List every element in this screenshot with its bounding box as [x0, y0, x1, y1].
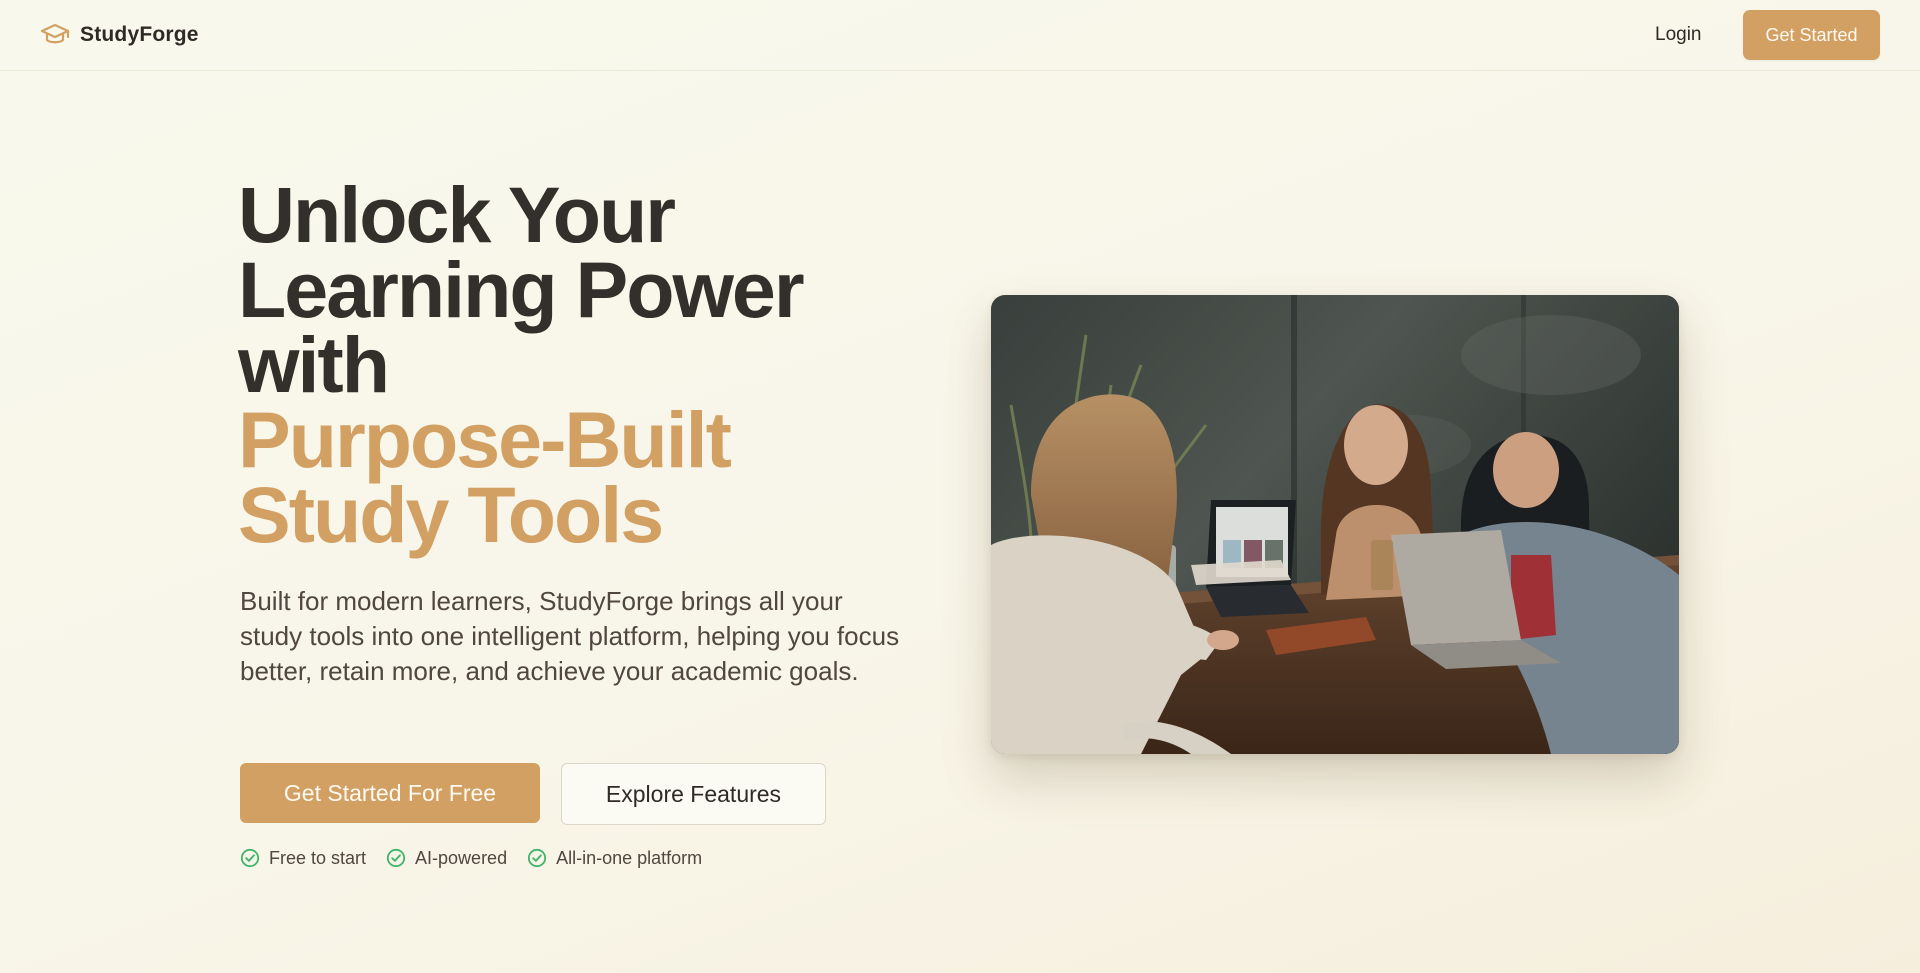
check-circle-icon — [240, 848, 260, 868]
hero-title-line: with — [238, 320, 390, 409]
feature-item: All-in-one platform — [527, 848, 702, 869]
hero-title: Unlock Your Learning Power with Purpose-… — [238, 170, 938, 559]
brand-name: StudyForge — [80, 23, 199, 46]
feature-item: AI-powered — [386, 848, 507, 869]
feature-label: All-in-one platform — [556, 847, 703, 868]
feature-label: Free to start — [269, 847, 367, 868]
get-started-for-free-button[interactable]: Get Started For Free — [240, 763, 540, 823]
feature-item: Free to start — [240, 848, 366, 869]
hero-title-line: Learning Power — [238, 245, 805, 334]
brand-logo[interactable]: StudyForge — [40, 20, 199, 50]
explore-features-button[interactable]: Explore Features — [561, 763, 826, 825]
hero-title-accent-line: Study Tools — [238, 470, 664, 559]
hero-title-accent-line: Purpose-Built — [238, 395, 732, 484]
get-started-button[interactable]: Get Started — [1743, 10, 1880, 60]
students-studying-photo — [991, 295, 1679, 754]
hero-title-line: Unlock Your — [238, 170, 676, 259]
check-circle-icon — [386, 848, 406, 868]
site-header: StudyForge Login Get Started — [0, 0, 1920, 71]
check-circle-icon — [527, 848, 547, 868]
feature-list: Free to start AI-powered All-in-one plat… — [240, 846, 702, 870]
graduation-cap-icon — [40, 23, 70, 44]
feature-label: AI-powered — [415, 847, 508, 868]
login-link[interactable]: Login — [1655, 22, 1702, 48]
hero-image — [991, 295, 1679, 754]
hero-subtitle: Built for modern learners, StudyForge br… — [240, 586, 900, 686]
